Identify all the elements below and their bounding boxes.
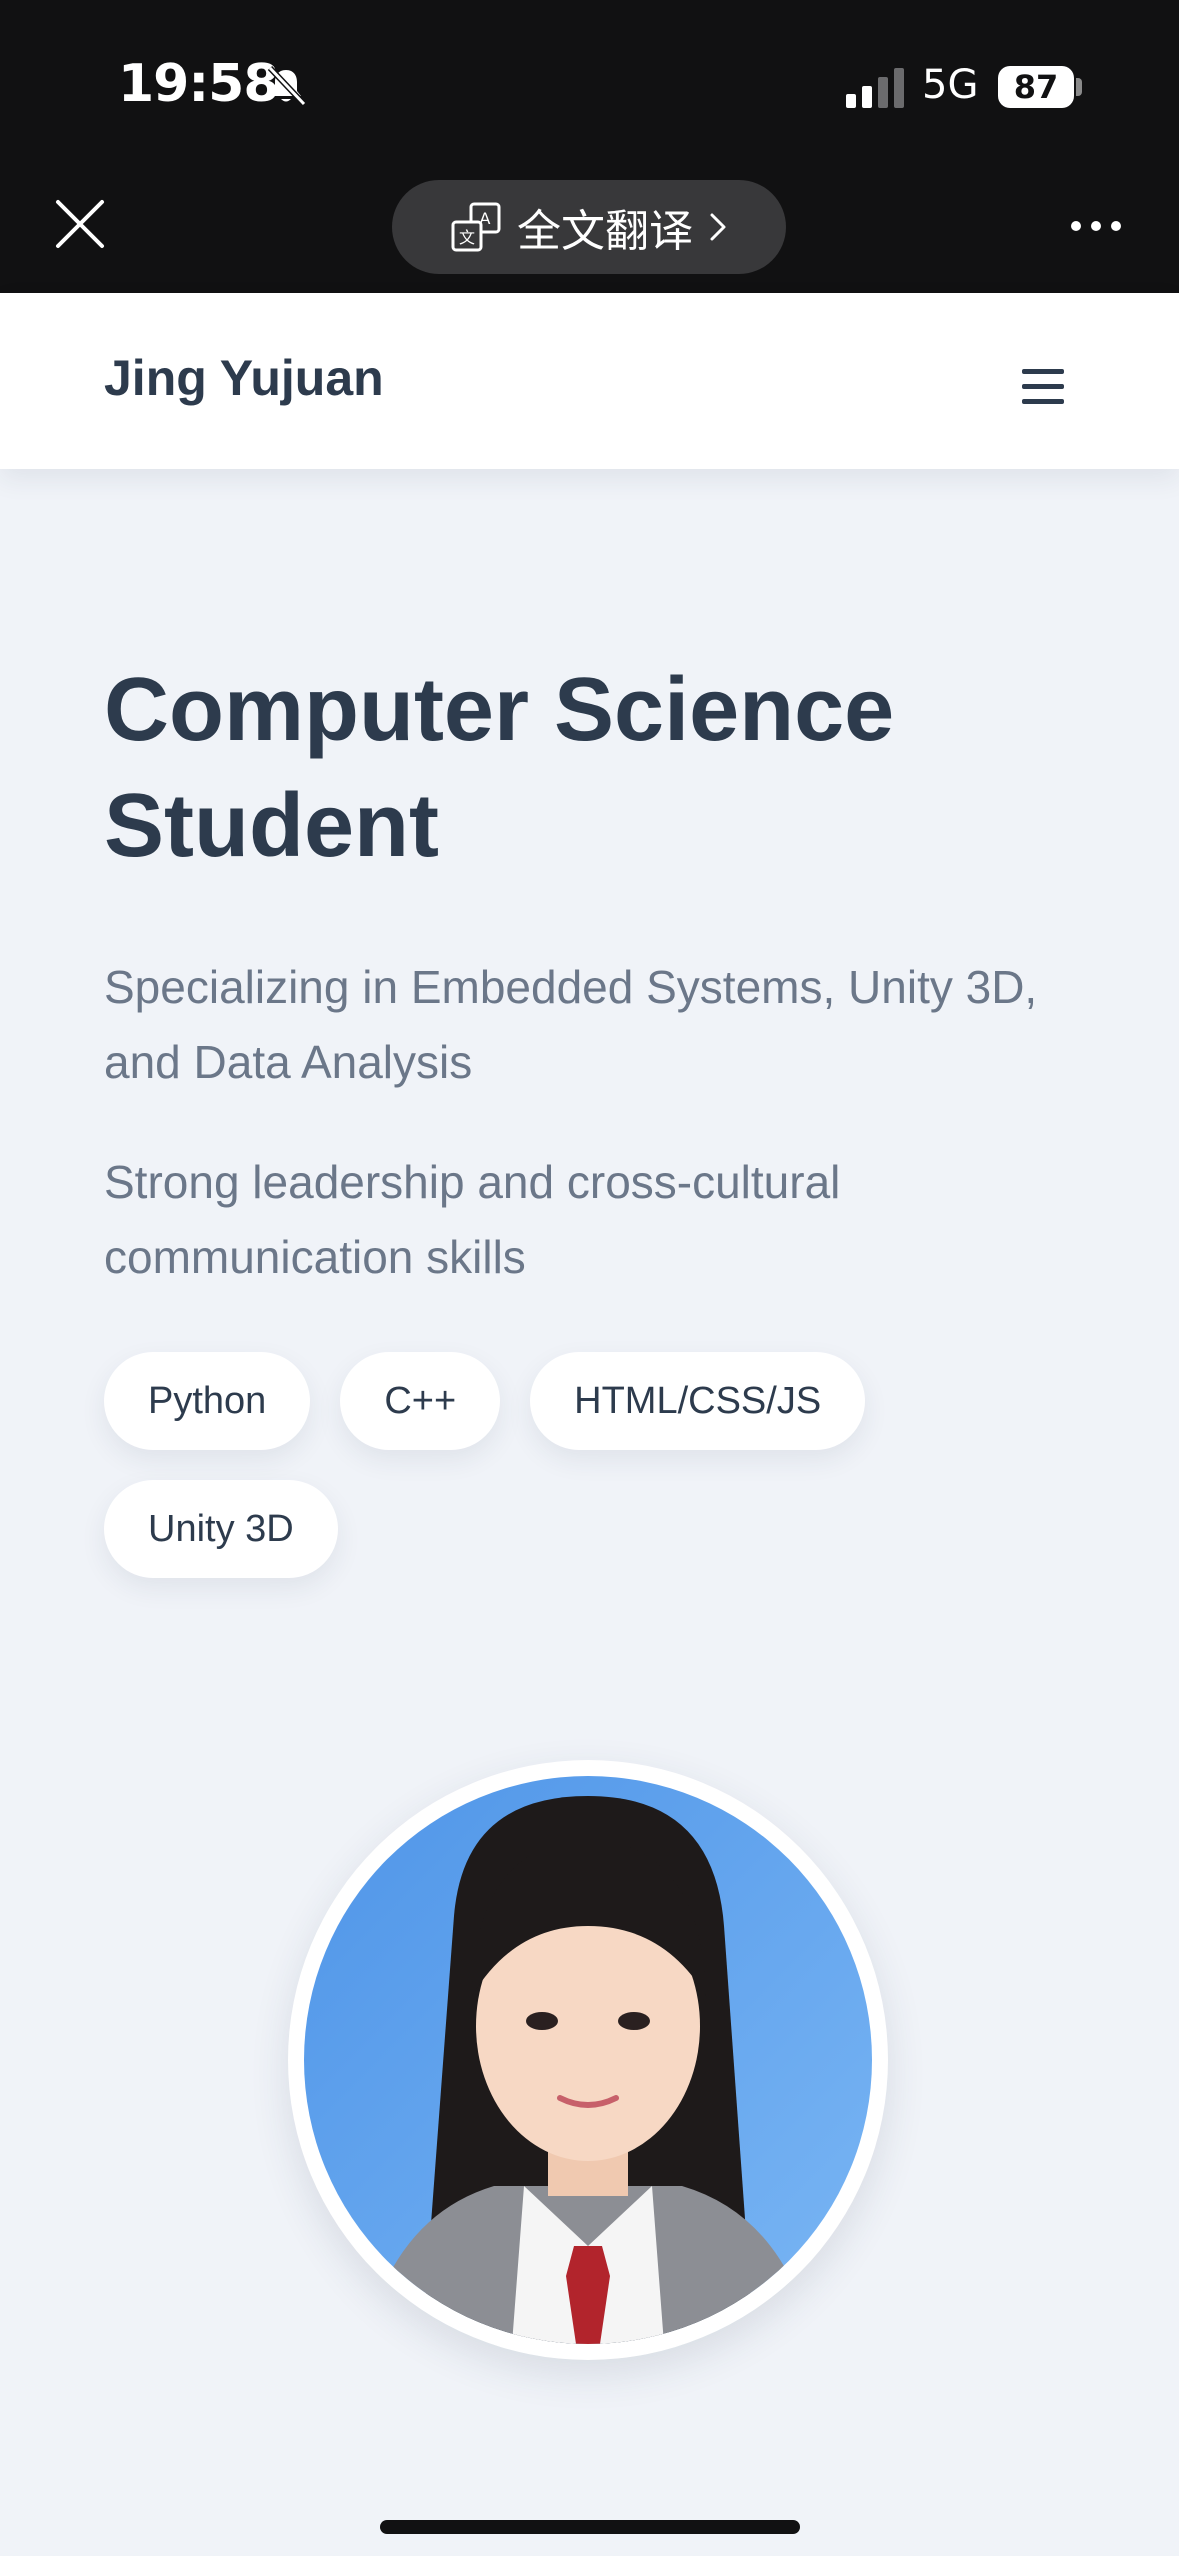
- profile-photo: [304, 1776, 872, 2344]
- hero-title: Computer Science Student: [104, 660, 895, 876]
- profile-avatar: [288, 1760, 888, 2360]
- skill-tag: Python: [104, 1352, 311, 1450]
- hero-subtitle: Specializing in Embedded Systems, Unity …: [104, 961, 1038, 1088]
- status-time: 19:58: [118, 54, 280, 114]
- skill-tag: HTML/CSS/JS: [530, 1352, 866, 1450]
- skill-tags: Python C++ HTML/CSS/JS Unity 3D: [104, 1352, 1044, 1578]
- skill-tag: C++: [340, 1352, 501, 1450]
- bell-off-icon: [267, 65, 307, 107]
- skill-tag: Unity 3D: [104, 1480, 338, 1578]
- chevron-right-icon: [710, 213, 726, 241]
- browser-chrome: 19:58 5G 87 A 文 全文翻译: [0, 0, 1179, 293]
- brand-name[interactable]: Jing Yujuan: [104, 349, 384, 407]
- svg-text:文: 文: [459, 228, 475, 247]
- battery-indicator: 87: [998, 66, 1074, 108]
- home-indicator: [380, 2520, 800, 2534]
- full-text-translate-button[interactable]: A 文 全文翻译: [392, 180, 786, 274]
- translate-icon: A 文: [451, 202, 501, 252]
- signal-icon: [846, 68, 904, 108]
- close-icon[interactable]: [52, 196, 108, 252]
- site-header: Jing Yujuan: [0, 293, 1179, 469]
- translate-label: 全文翻译: [517, 206, 693, 257]
- svg-text:A: A: [480, 209, 491, 228]
- hero-tagline: Strong leadership and cross-cultural com…: [104, 1156, 841, 1283]
- hamburger-menu-icon[interactable]: [1022, 369, 1066, 405]
- more-icon[interactable]: [1066, 206, 1126, 246]
- battery-cap: [1076, 78, 1082, 96]
- network-label: 5G: [922, 62, 979, 108]
